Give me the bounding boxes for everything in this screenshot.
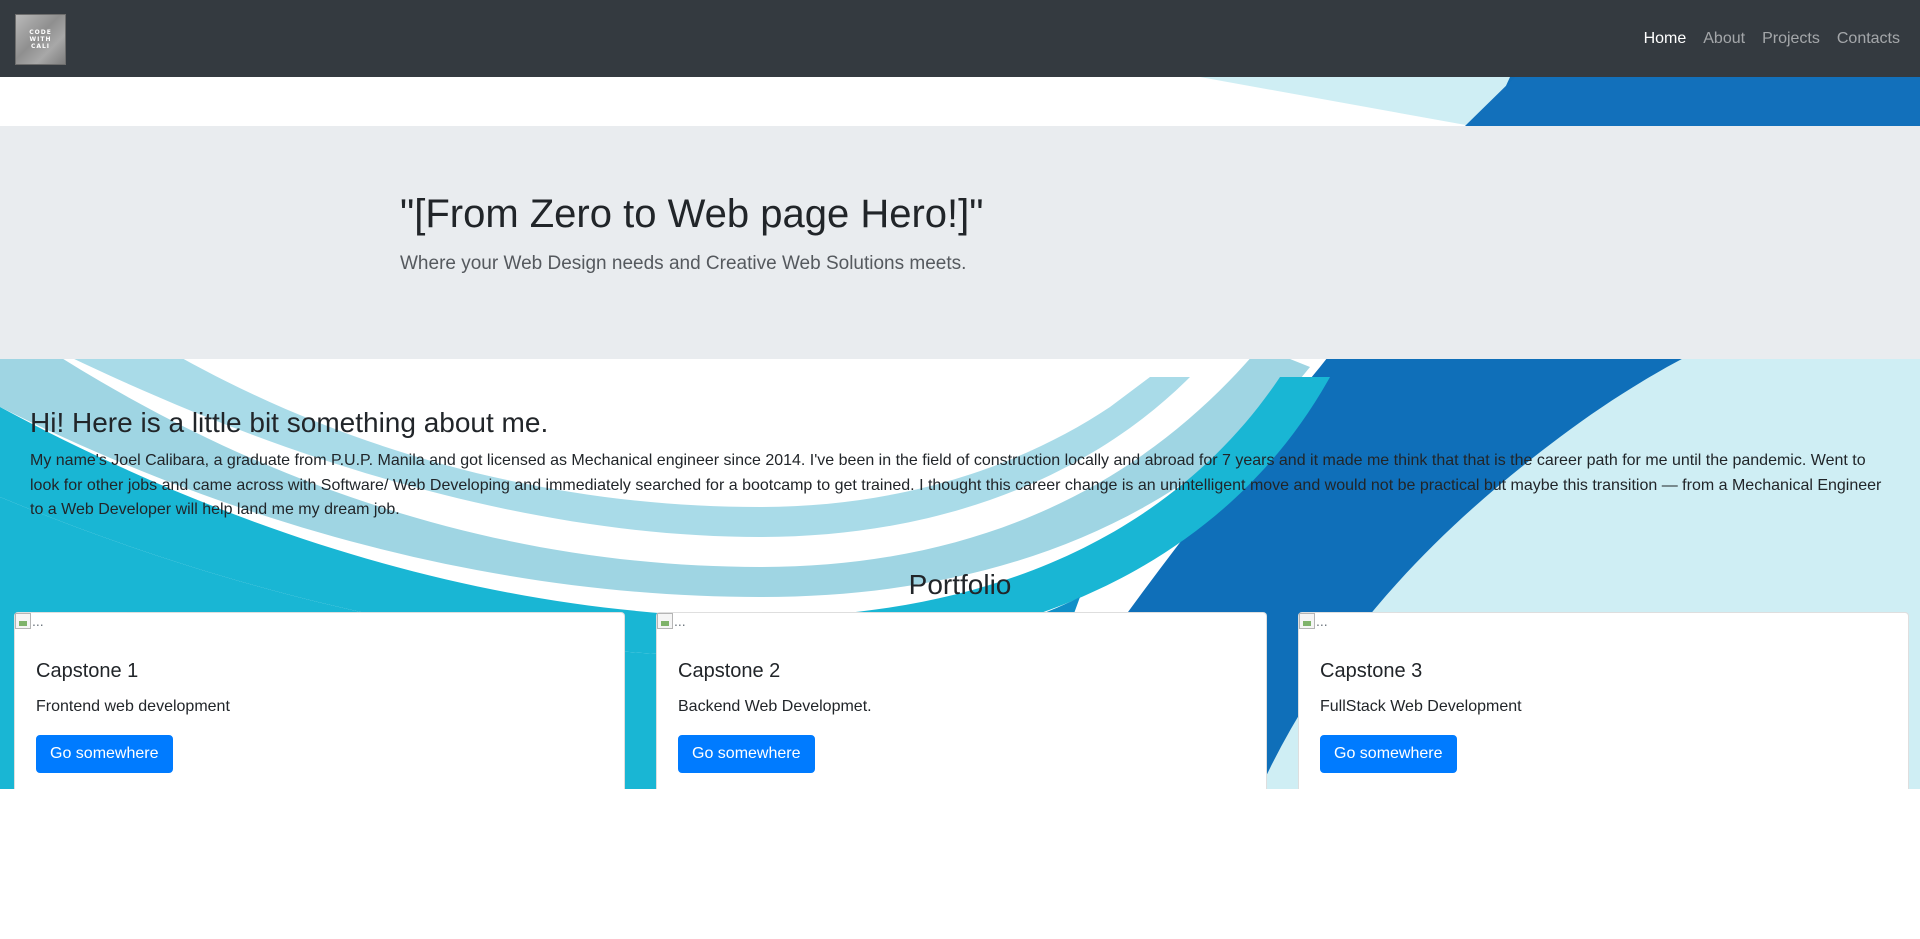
logo-line-2: WITH bbox=[29, 36, 52, 43]
card-text: Backend Web Developmet. bbox=[678, 698, 872, 715]
logo-line-1: CODE bbox=[29, 29, 52, 36]
card-title: Capstone 1 bbox=[36, 660, 139, 682]
logo-line-3: CALI bbox=[30, 43, 51, 50]
card-image-alt: ... bbox=[32, 613, 44, 629]
hero-title: "[From Zero to Web page Hero!]" bbox=[400, 192, 984, 236]
card-image-alt: ... bbox=[674, 613, 686, 629]
portfolio-card-3: ... Capstone 3 FullStack Web Development… bbox=[1298, 612, 1909, 789]
portfolio-card-2: ... Capstone 2 Backend Web Developmet. G… bbox=[656, 612, 1267, 789]
about-heading: Hi! Here is a little bit something about… bbox=[30, 407, 549, 438]
hero-jumbotron: "[From Zero to Web page Hero!]" Where yo… bbox=[0, 126, 1920, 359]
nav-links: Home About Projects Contacts bbox=[1627, 0, 1920, 77]
card-image: ... bbox=[15, 613, 44, 629]
go-somewhere-button[interactable]: Go somewhere bbox=[36, 735, 173, 773]
nav-link-projects[interactable]: Projects bbox=[1762, 30, 1820, 48]
card-text: FullStack Web Development bbox=[1320, 698, 1522, 715]
nav-link-about[interactable]: About bbox=[1703, 30, 1745, 48]
card-image-alt: ... bbox=[1316, 613, 1328, 629]
portfolio-card-1: ... Capstone 1 Frontend web development … bbox=[14, 612, 625, 789]
card-title: Capstone 3 bbox=[1320, 660, 1423, 682]
broken-image-icon bbox=[15, 613, 31, 629]
about-text: My name's Joel Calibara, a graduate from… bbox=[30, 452, 1882, 518]
go-somewhere-button[interactable]: Go somewhere bbox=[1320, 735, 1457, 773]
nav-link-contacts[interactable]: Contacts bbox=[1837, 30, 1900, 48]
card-image: ... bbox=[657, 613, 686, 629]
brand-logo[interactable]: CODE WITH CALI bbox=[15, 14, 66, 65]
card-title: Capstone 2 bbox=[678, 660, 781, 682]
portfolio-heading: Portfolio bbox=[908, 569, 1012, 600]
broken-image-icon bbox=[657, 613, 673, 629]
card-image: ... bbox=[1299, 613, 1328, 629]
card-text: Frontend web development bbox=[36, 698, 230, 715]
broken-image-icon bbox=[1299, 613, 1315, 629]
nav-link-home[interactable]: Home bbox=[1644, 30, 1687, 48]
go-somewhere-button[interactable]: Go somewhere bbox=[678, 735, 815, 773]
hero-lead: Where your Web Design needs and Creative… bbox=[400, 253, 967, 274]
navbar: CODE WITH CALI Home About Projects Conta… bbox=[0, 0, 1920, 77]
